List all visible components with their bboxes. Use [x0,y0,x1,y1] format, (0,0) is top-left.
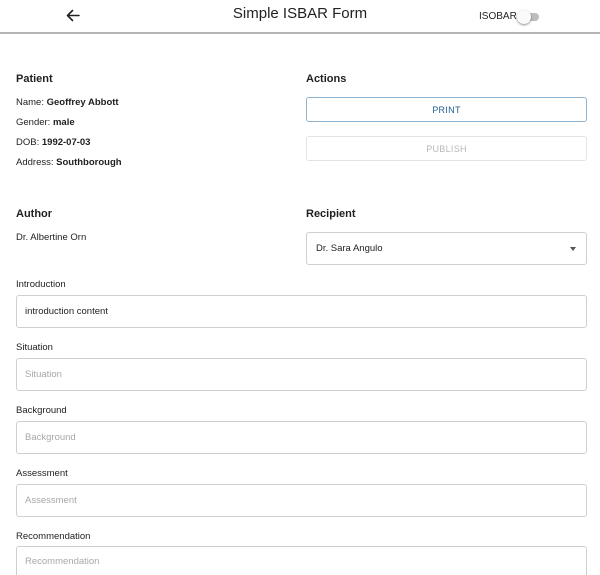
actions-heading: Actions [306,73,347,85]
background-input[interactable] [16,421,587,454]
situation-input[interactable] [16,358,587,391]
introduction-input[interactable] [16,295,587,328]
background-label: Background [16,405,67,416]
patient-address: Address: Southborough [16,157,122,168]
assessment-input[interactable] [16,484,587,517]
patient-address-value: Southborough [56,157,122,168]
caret-down-icon [570,247,576,251]
patient-dob-value: 1992-07-03 [41,137,91,148]
recipient-selected-value: Dr. Sara Angulo [316,243,383,254]
patient-name-label: Name: [16,97,44,108]
arrow-left-icon [66,9,80,21]
recipient-heading: Recipient [306,208,356,220]
recipient-select[interactable]: Dr. Sara Angulo [306,232,587,265]
publish-button: PUBLISH [306,136,587,161]
patient-name-value: Geoffrey Abbott [46,97,119,108]
author-heading: Author [16,208,53,220]
recommendation-label: Recommendation [16,531,91,542]
recommendation-input[interactable] [16,546,587,575]
patient-dob-label: DOB: [16,137,40,148]
toggle-thumb [517,10,531,24]
assessment-label: Assessment [16,468,68,479]
app-bar: Simple ISBAR Form ISOBAR [0,0,600,34]
author-name: Dr. Albertine Orn [16,232,87,243]
patient-heading: Patient [16,73,53,85]
patient-gender: Gender: male [16,117,75,128]
isobar-toggle-label: ISOBAR [479,11,517,22]
patient-address-label: Address: [16,157,54,168]
print-button[interactable]: PRINT [306,97,587,122]
patient-gender-value: male [52,117,75,128]
patient-gender-label: Gender: [16,117,51,128]
patient-dob: DOB: 1992-07-03 [16,137,90,148]
introduction-label: Introduction [16,279,66,290]
isobar-toggle[interactable] [517,10,541,24]
patient-name: Name: Geoffrey Abbott [16,97,119,108]
back-button[interactable] [60,3,86,27]
situation-label: Situation [16,342,53,353]
